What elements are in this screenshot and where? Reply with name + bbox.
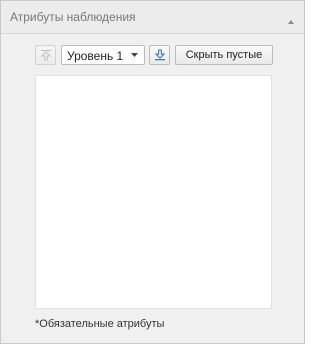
attributes-list[interactable] xyxy=(35,75,272,309)
chevron-down-icon xyxy=(131,53,138,57)
collapse-up-icon[interactable] xyxy=(287,13,295,24)
hide-empty-label: Скрыть пустые xyxy=(185,49,263,61)
move-down-button[interactable] xyxy=(149,45,170,65)
move-up-icon xyxy=(40,49,52,61)
move-down-icon xyxy=(154,49,166,61)
panel-title: Атрибуты наблюдения xyxy=(10,10,136,24)
move-up-button[interactable] xyxy=(35,45,56,65)
required-attributes-note: *Обязательные атрибуты xyxy=(35,318,165,330)
level-select-value: Уровень 1 xyxy=(67,49,124,63)
collapse-up-icon-glyph xyxy=(288,20,294,24)
panel-header[interactable]: Атрибуты наблюдения xyxy=(1,1,304,34)
hide-empty-button[interactable]: Скрыть пустые xyxy=(175,45,273,65)
observation-attributes-panel: Атрибуты наблюдения Уровень 1 Скрыть пус… xyxy=(0,0,305,344)
level-select[interactable]: Уровень 1 xyxy=(61,45,145,65)
